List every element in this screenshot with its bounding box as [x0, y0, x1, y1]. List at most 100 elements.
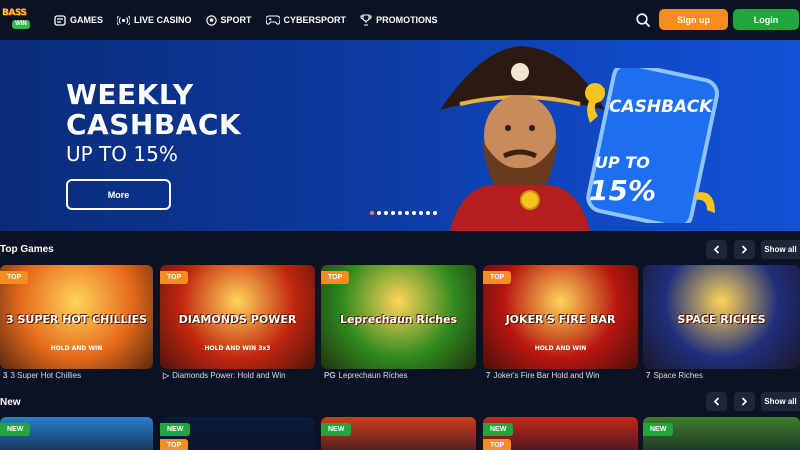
- trophy-icon: [360, 14, 372, 26]
- game-caption[interactable]: 33 Super Hot Chillies: [3, 371, 81, 380]
- nav-label: LIVE CASINO: [134, 15, 192, 25]
- banner-subtitle: UP TO 15%: [66, 142, 178, 166]
- game-card[interactable]: NEW: [643, 417, 800, 450]
- game-card[interactable]: TOP Leprechaun Riches: [321, 265, 476, 369]
- nav-live-casino[interactable]: LIVE CASINO: [117, 15, 192, 26]
- games-icon: [54, 14, 66, 26]
- game-art-title: SPACE RICHES: [677, 313, 766, 326]
- game-badge: NEW: [643, 423, 674, 436]
- search-icon[interactable]: [635, 12, 651, 28]
- chevron-right-icon: [741, 397, 748, 406]
- logo-badge: WIN: [12, 20, 30, 29]
- new-games-show-all-button[interactable]: Show all: [761, 392, 800, 411]
- phone-percent-text: 15%: [589, 174, 656, 207]
- logo-text: BASS: [2, 8, 27, 18]
- provider-icon: 7: [646, 371, 651, 380]
- pagination-dot[interactable]: [377, 211, 381, 215]
- nav-sport[interactable]: SPORT: [205, 14, 252, 26]
- game-caption[interactable]: 7 Joker's Fire Bar Hold and Win: [486, 371, 599, 380]
- game-card[interactable]: TOP DIAMONDS POWER HOLD AND WIN 3x3: [160, 265, 315, 369]
- banner-title-line2: CASHBACK: [66, 108, 242, 141]
- game-card[interactable]: TOP JOKER'S FIRE BAR HOLD AND WIN: [483, 265, 638, 369]
- phone-illustration: CASHBACK UP TO 15%: [585, 68, 719, 223]
- signup-button[interactable]: Sign up: [659, 9, 728, 30]
- provider-icon: ▷: [163, 371, 170, 380]
- pagination-dot[interactable]: [433, 211, 437, 215]
- banner-title-line1: WEEKLY: [66, 78, 194, 111]
- game-badge: TOP: [483, 271, 512, 284]
- top-games-title: Top Games: [0, 244, 54, 255]
- nav-label: SPORT: [220, 15, 252, 25]
- new-games-title: New: [0, 397, 21, 408]
- game-art-title: 3 SUPER HOT CHILLIES: [5, 313, 148, 326]
- gamepad-icon: [265, 15, 280, 25]
- top-games-show-all-button[interactable]: Show all: [761, 240, 800, 259]
- game-art-subtitle: HOLD AND WIN: [50, 345, 103, 352]
- nav-games[interactable]: GAMES: [54, 14, 104, 26]
- pagination-dot[interactable]: [398, 211, 402, 215]
- game-badge: NEW: [160, 423, 191, 436]
- pagination-dot[interactable]: [419, 211, 423, 215]
- promo-banner[interactable]: WEEKLY CASHBACK UP TO 15% More CASHBACK …: [0, 40, 800, 231]
- game-name: Leprechaun Riches: [338, 371, 408, 380]
- chevron-left-icon: [713, 245, 720, 254]
- top-navigation-bar: BASS WIN GAMES LIVE CASINO SPORT CYBERSP…: [0, 0, 800, 40]
- provider-icon: PG: [324, 371, 336, 380]
- chevron-left-icon: [713, 397, 720, 406]
- phone-upto-text: UP TO: [595, 153, 650, 172]
- game-badge: TOP: [0, 271, 29, 284]
- site-logo[interactable]: BASS WIN: [2, 6, 36, 34]
- game-name: Diamonds Power: Hold and Win: [172, 371, 286, 380]
- nav-cybersport[interactable]: CYBERSPORT: [265, 15, 347, 25]
- game-card[interactable]: NEW TOP: [160, 417, 315, 450]
- game-art-subtitle: HOLD AND WIN: [534, 345, 587, 352]
- game-art-title: DIAMONDS POWER: [178, 313, 297, 326]
- chevron-right-icon: [741, 245, 748, 254]
- live-icon: [117, 15, 131, 25]
- provider-icon: 7: [486, 371, 491, 380]
- game-card[interactable]: NEW: [321, 417, 476, 450]
- pagination-dot[interactable]: [426, 211, 430, 215]
- banner-pagination: [370, 211, 440, 215]
- game-card[interactable]: NEW: [0, 417, 153, 450]
- pagination-dot[interactable]: [384, 211, 388, 215]
- game-card[interactable]: NEW TOP: [483, 417, 638, 450]
- game-caption[interactable]: 7 Space Riches: [646, 371, 703, 380]
- main-nav: GAMES LIVE CASINO SPORT CYBERSPORT PROMO…: [54, 0, 452, 40]
- phone-cashback-text: CASHBACK: [609, 97, 714, 117]
- top-games-next-button[interactable]: [734, 240, 755, 259]
- nav-label: CYBERSPORT: [283, 15, 347, 25]
- game-name: Space Riches: [653, 371, 703, 380]
- game-badge: NEW: [321, 423, 352, 436]
- pagination-dot[interactable]: [405, 211, 409, 215]
- ball-icon: [205, 14, 217, 26]
- game-badge: TOP: [160, 271, 189, 284]
- login-button[interactable]: Login: [733, 9, 799, 30]
- nav-label: GAMES: [70, 15, 104, 25]
- game-card[interactable]: TOP 3 SUPER HOT CHILLIES HOLD AND WIN: [0, 265, 153, 369]
- game-art-title: JOKER'S FIRE BAR: [505, 313, 616, 326]
- game-art-subtitle: HOLD AND WIN 3x3: [204, 345, 271, 352]
- nav-promotions[interactable]: PROMOTIONS: [360, 14, 438, 26]
- game-art-title: Leprechaun Riches: [339, 313, 458, 326]
- provider-icon: 3: [3, 371, 8, 380]
- more-button[interactable]: More: [66, 179, 171, 210]
- game-card[interactable]: SPACE RICHES: [643, 265, 800, 369]
- game-badge: TOP: [321, 271, 350, 284]
- new-games-next-button[interactable]: [734, 392, 755, 411]
- pagination-dot[interactable]: [391, 211, 395, 215]
- game-name: Joker's Fire Bar Hold and Win: [493, 371, 600, 380]
- game-caption[interactable]: PG Leprechaun Riches: [324, 371, 408, 380]
- pagination-dot[interactable]: [412, 211, 416, 215]
- nav-label: PROMOTIONS: [376, 15, 438, 25]
- new-games-prev-button[interactable]: [706, 392, 727, 411]
- top-games-prev-button[interactable]: [706, 240, 727, 259]
- game-badge: NEW: [0, 423, 31, 436]
- game-badge: TOP: [160, 439, 189, 450]
- game-badge: NEW: [483, 423, 514, 436]
- pagination-dot[interactable]: [370, 211, 374, 215]
- game-caption[interactable]: ▷ Diamonds Power: Hold and Win: [163, 371, 286, 380]
- game-badge: TOP: [483, 439, 512, 450]
- game-name: 3 Super Hot Chillies: [10, 371, 82, 380]
- banner-title: WEEKLY CASHBACK: [66, 80, 241, 140]
